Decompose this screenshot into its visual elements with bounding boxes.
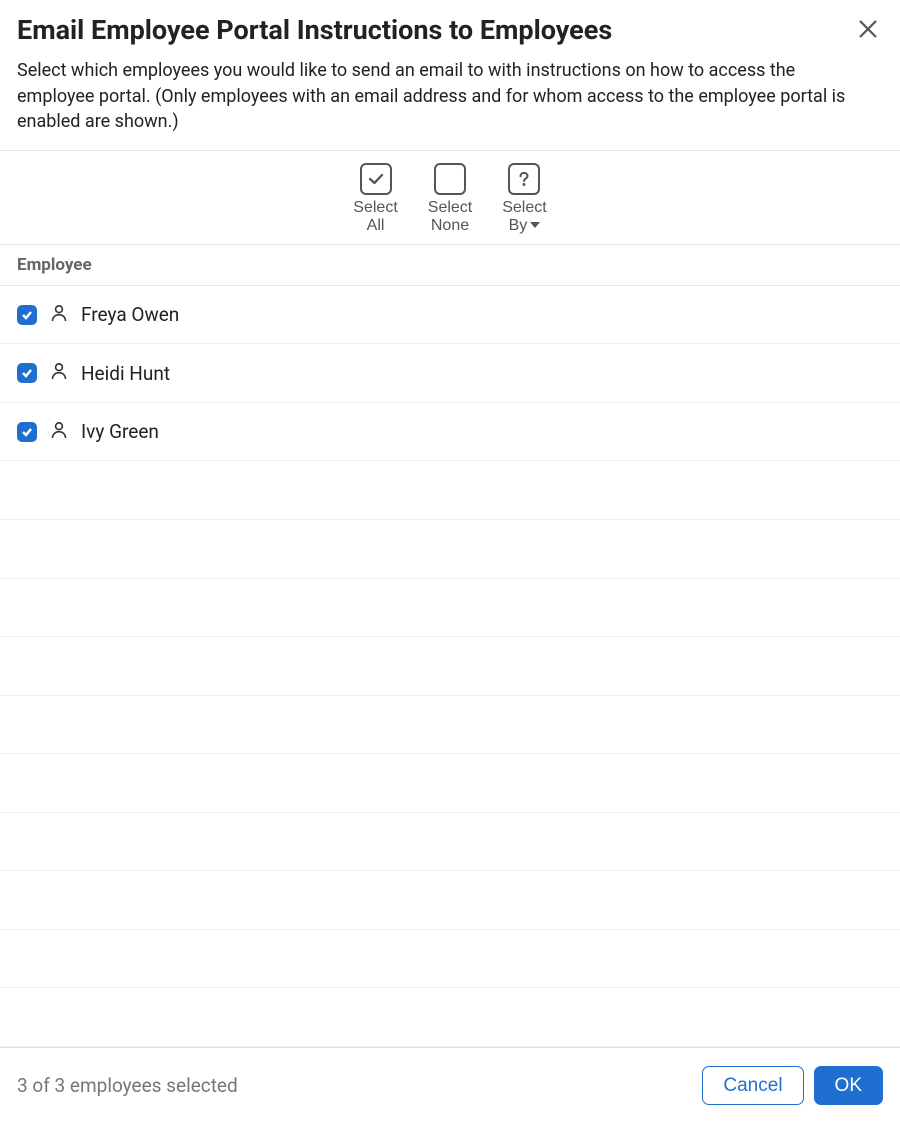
select-none-label-1: Select <box>428 199 472 216</box>
close-icon <box>857 18 879 43</box>
ok-button[interactable]: OK <box>814 1066 883 1105</box>
select-none-label-2: None <box>431 217 469 234</box>
employee-row[interactable]: Ivy Green <box>0 403 900 462</box>
employee-row[interactable]: Freya Owen <box>0 286 900 345</box>
empty-row <box>0 813 900 872</box>
dialog-footer: 3 of 3 employees selected Cancel OK <box>0 1047 900 1123</box>
empty-row <box>0 520 900 579</box>
chevron-down-icon <box>530 222 540 228</box>
column-header-employee: Employee <box>0 245 900 286</box>
row-checkbox[interactable] <box>17 363 37 383</box>
employee-name: Freya Owen <box>81 303 179 326</box>
empty-row <box>0 871 900 930</box>
dialog-instructions: Select which employees you would like to… <box>17 58 857 134</box>
dialog-header: Email Employee Portal Instructions to Em… <box>0 0 900 150</box>
empty-row <box>0 988 900 1047</box>
email-instructions-dialog: Email Employee Portal Instructions to Em… <box>0 0 900 1123</box>
footer-actions: Cancel OK <box>702 1066 883 1105</box>
cancel-button[interactable]: Cancel <box>702 1066 803 1105</box>
person-icon <box>49 303 69 327</box>
empty-row <box>0 754 900 813</box>
checkbox-empty-icon <box>434 163 466 195</box>
question-icon <box>508 163 540 195</box>
select-none-button[interactable]: Select None <box>428 163 472 236</box>
select-by-button[interactable]: Select By <box>502 163 546 236</box>
employee-list: Freya Owen Heidi Hunt Ivy Green <box>0 286 900 1047</box>
employee-name: Heidi Hunt <box>81 362 170 385</box>
select-all-label-2: All <box>367 217 385 234</box>
empty-row <box>0 461 900 520</box>
select-all-button[interactable]: Select All <box>353 163 397 236</box>
empty-row <box>0 930 900 989</box>
empty-row <box>0 696 900 755</box>
select-by-label-1: Select <box>502 199 546 216</box>
row-checkbox[interactable] <box>17 305 37 325</box>
employee-name: Ivy Green <box>81 420 159 443</box>
empty-row <box>0 579 900 638</box>
selection-toolbar: Select All Select None Select By <box>0 150 900 245</box>
dialog-title: Email Employee Portal Instructions to Em… <box>17 14 883 46</box>
person-icon <box>49 420 69 444</box>
row-checkbox[interactable] <box>17 422 37 442</box>
selection-status: 3 of 3 employees selected <box>17 1074 238 1097</box>
employee-row[interactable]: Heidi Hunt <box>0 344 900 403</box>
select-all-label-1: Select <box>353 199 397 216</box>
checkbox-checked-icon <box>360 163 392 195</box>
select-by-label-2: By <box>509 217 528 234</box>
close-button[interactable] <box>852 14 884 46</box>
empty-row <box>0 637 900 696</box>
person-icon <box>49 361 69 385</box>
